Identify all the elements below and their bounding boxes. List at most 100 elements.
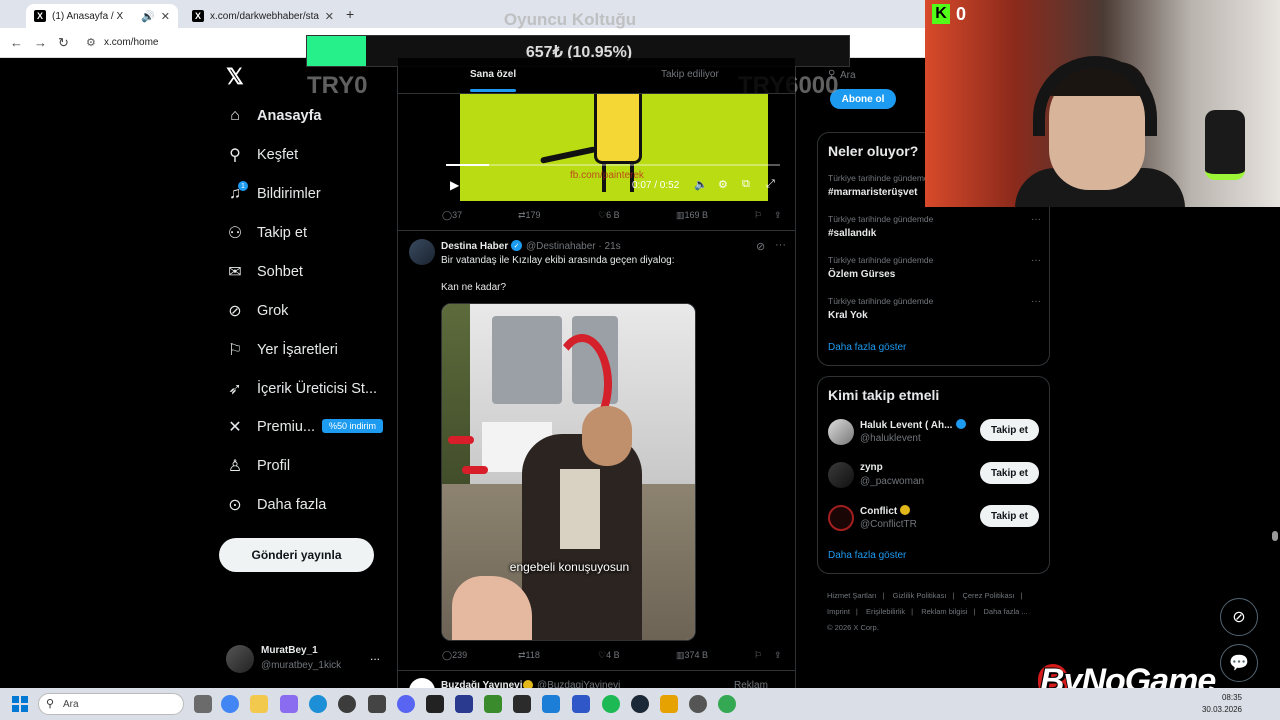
- nav-bookmarks[interactable]: ⚐ Yer İşaretleri: [226, 338, 338, 362]
- settings-icon[interactable]: ⚙: [718, 178, 728, 191]
- more-icon[interactable]: ···: [1031, 296, 1041, 307]
- close-icon[interactable]: ✕: [161, 10, 170, 23]
- follow-button[interactable]: Takip et: [980, 505, 1039, 527]
- speaker-icon[interactable]: 🔊: [141, 10, 155, 23]
- footer-link[interactable]: Çerez Politikası: [962, 591, 1014, 600]
- folder-icon[interactable]: [250, 695, 268, 713]
- app-icon[interactable]: [542, 695, 560, 713]
- chrome-icon[interactable]: [718, 695, 736, 713]
- discord-icon[interactable]: [397, 695, 415, 713]
- reply-button[interactable]: ◯ 37: [442, 210, 462, 221]
- footer-link[interactable]: Hizmet Şartları: [827, 591, 877, 600]
- play-icon[interactable]: ▶: [450, 178, 459, 192]
- settings-icon[interactable]: [689, 695, 707, 713]
- edge-icon[interactable]: [309, 695, 327, 713]
- nav-notifications[interactable]: ♫ 1 Bildirimler: [226, 181, 321, 206]
- more-icon[interactable]: ···: [1031, 255, 1041, 266]
- nav-chat[interactable]: ✉ Sohbet: [226, 260, 303, 284]
- subscribe-button[interactable]: Abone ol: [830, 89, 896, 109]
- app-icon[interactable]: [338, 695, 356, 713]
- trend-item[interactable]: Türkiye tarihinde gündemde Kral Yok ···: [828, 296, 1041, 330]
- tab-for-you[interactable]: Sana özel: [470, 69, 516, 80]
- post-author-name[interactable]: Destina Haber: [441, 241, 508, 252]
- chat-fab-button[interactable]: 💬: [1220, 644, 1258, 682]
- grok-icon[interactable]: ⊘: [756, 240, 765, 253]
- more-icon[interactable]: ···: [1031, 214, 1041, 225]
- trend-item[interactable]: Türkiye tarihinde gündemde Özlem Gürses …: [828, 255, 1041, 289]
- search-input[interactable]: ⚲ Ara: [828, 64, 928, 88]
- forward-icon[interactable]: →: [34, 35, 47, 50]
- premium-discount-badge[interactable]: %50 indirim: [322, 419, 383, 433]
- bookmark-icon[interactable]: ⚐: [754, 650, 762, 661]
- repost-button[interactable]: ⇄ 118: [518, 650, 540, 661]
- repost-button[interactable]: ⇄ 179: [518, 210, 541, 221]
- account-switcher[interactable]: MuratBey_1 @muratbey_1kick ...: [226, 643, 386, 675]
- minecraft-icon[interactable]: [484, 695, 502, 713]
- post-button[interactable]: Gönderi yayınla: [219, 538, 374, 572]
- avatar[interactable]: [409, 678, 435, 688]
- nav-explore[interactable]: ⚲ Keşfet: [226, 143, 298, 167]
- x-logo-icon[interactable]: 𝕏: [226, 64, 244, 90]
- steam-icon[interactable]: [631, 695, 649, 713]
- share-icon[interactable]: ⇪: [774, 650, 782, 661]
- video-progress[interactable]: [446, 164, 780, 166]
- post-author-handle[interactable]: @BuzdagiYayinevi: [537, 680, 620, 688]
- post-author-name[interactable]: Buzdağı Yayınevi: [441, 680, 523, 688]
- back-icon[interactable]: ←: [10, 35, 23, 50]
- chrome-icon[interactable]: [221, 695, 239, 713]
- site-info-icon[interactable]: ⚙: [86, 36, 96, 49]
- new-tab-icon[interactable]: +: [346, 6, 354, 22]
- nav-creator-studio[interactable]: ➶ İçerik Üreticisi St...: [226, 377, 377, 401]
- nav-follow[interactable]: ⚇ Takip et: [226, 221, 307, 245]
- follow-suggestion[interactable]: zynp @_pacwoman Takip et: [828, 460, 1041, 494]
- footer-link[interactable]: Erişilebilirlik: [866, 607, 905, 616]
- bookmark-icon[interactable]: ⚐: [754, 210, 762, 221]
- avatar[interactable]: [409, 239, 435, 265]
- volume-icon[interactable]: 🔈: [694, 178, 708, 191]
- footer-link[interactable]: Gizlilik Politikası: [893, 591, 947, 600]
- nav-profile[interactable]: ♙ Profil: [226, 454, 290, 478]
- more-icon[interactable]: ···: [775, 239, 786, 251]
- url-field[interactable]: x.com/home: [104, 37, 158, 48]
- pip-icon[interactable]: ⧉: [742, 178, 750, 191]
- follow-button[interactable]: Takip et: [980, 419, 1039, 441]
- task-view-icon[interactable]: [194, 695, 212, 713]
- windows-start-icon[interactable]: [12, 696, 28, 712]
- system-clock[interactable]: 08:35 30.03.2026: [1200, 692, 1242, 716]
- tab-status[interactable]: X x.com/darkwebhaber/status/20 ✕: [184, 4, 342, 28]
- reply-button[interactable]: ◯ 239: [442, 650, 467, 661]
- grok-fab-button[interactable]: ⊘: [1220, 598, 1258, 636]
- tab-following[interactable]: Takip ediliyor: [661, 69, 719, 80]
- app-icon[interactable]: [572, 695, 590, 713]
- taskbar-search[interactable]: ⚲ Ara: [38, 693, 184, 715]
- tab-home[interactable]: X (1) Anasayfa / X 🔊 ✕: [26, 4, 178, 28]
- like-button[interactable]: ♡ 6 B: [598, 210, 620, 221]
- nav-more[interactable]: ⊙ Daha fazla: [226, 493, 326, 517]
- reload-icon[interactable]: ↻: [58, 35, 69, 51]
- nav-grok[interactable]: ⊘ Grok: [226, 299, 288, 323]
- more-icon[interactable]: ...: [370, 649, 380, 663]
- trend-item[interactable]: Türkiye tarihinde gündemde #sallandık ··…: [828, 214, 1041, 248]
- follow-suggestion[interactable]: Haluk Levent ( Ah... @haluklevent Takip …: [828, 417, 1041, 451]
- like-button[interactable]: ♡ 4 B: [598, 650, 620, 661]
- app-icon[interactable]: [368, 695, 386, 713]
- close-icon[interactable]: ✕: [325, 10, 334, 23]
- fullscreen-icon[interactable]: ⤢: [766, 178, 775, 191]
- app-icon[interactable]: [455, 695, 473, 713]
- show-more-link[interactable]: Daha fazla göster: [828, 342, 906, 353]
- nav-home[interactable]: ⌂ Anasayfa: [226, 104, 321, 128]
- footer-link[interactable]: Daha fazla ...: [984, 607, 1028, 616]
- footer-link[interactable]: Reklam bilgisi: [921, 607, 967, 616]
- post-video[interactable]: engebeli konuşuyosun: [441, 303, 696, 641]
- views-button[interactable]: ▥ 374 B: [676, 650, 708, 661]
- spotify-icon[interactable]: [602, 695, 620, 713]
- copilot-icon[interactable]: [280, 695, 298, 713]
- post-author-handle[interactable]: @Destinahaber · 21s: [526, 241, 621, 252]
- follow-suggestion[interactable]: Conflict @ConflictTR Takip et: [828, 503, 1041, 537]
- capcut-icon[interactable]: [426, 695, 444, 713]
- show-more-link[interactable]: Daha fazla göster: [828, 550, 906, 561]
- views-button[interactable]: ▥ 169 B: [676, 210, 708, 221]
- follow-button[interactable]: Takip et: [980, 462, 1039, 484]
- app-icon[interactable]: [660, 695, 678, 713]
- video-player[interactable]: fb.com/painterek ▶ 0:07 / 0:52 🔈 ⚙ ⧉ ⤢: [442, 94, 786, 201]
